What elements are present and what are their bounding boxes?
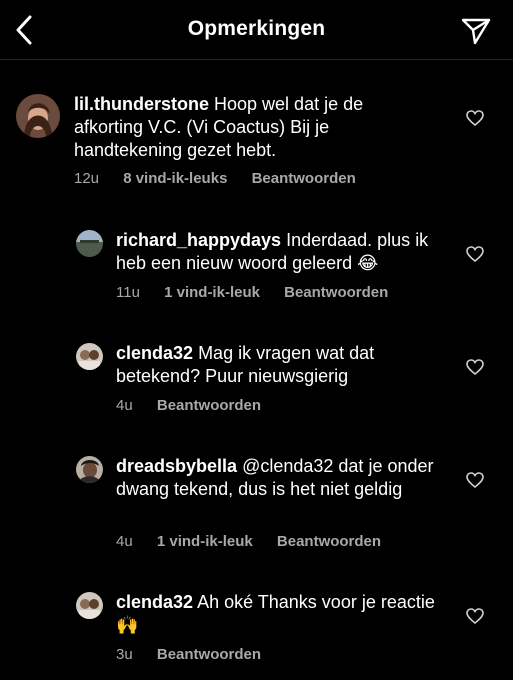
comment-time: 11u — [116, 284, 140, 301]
avatar-image — [76, 592, 103, 619]
comment-time: 12u — [74, 170, 100, 187]
comment-username[interactable]: richard_happydays — [116, 230, 281, 250]
like-button[interactable] — [464, 605, 486, 627]
comment-username[interactable]: clenda32 — [116, 343, 193, 363]
comment-text: clenda32 Mag ik vragen wat dat betekend?… — [116, 342, 436, 388]
comment-likes[interactable]: 1 vind-ik-leuk — [157, 533, 253, 550]
like-button[interactable] — [464, 107, 486, 129]
avatar[interactable] — [76, 456, 103, 483]
comment-text: richard_happydays Inderdaad. plus ik heb… — [116, 229, 446, 275]
comment-likes[interactable]: 8 vind-ik-leuks — [123, 170, 227, 187]
header-bar: Opmerkingen — [0, 0, 513, 60]
like-button[interactable] — [464, 356, 486, 378]
reply-button[interactable]: Beantwoorden — [157, 646, 261, 663]
avatar-image — [76, 456, 103, 483]
heart-icon — [466, 608, 484, 624]
paper-plane-icon — [461, 18, 491, 45]
comment-username[interactable]: lil.thunderstone — [74, 94, 209, 114]
comment-time: 4u — [116, 397, 133, 414]
avatar-image — [76, 230, 103, 257]
heart-icon — [466, 359, 484, 375]
reply-button[interactable]: Beantwoorden — [277, 533, 381, 550]
comment-meta: 4u Beantwoorden — [116, 397, 281, 414]
comment-meta: 11u 1 vind-ik-leuk Beantwoorden — [116, 284, 408, 301]
reply-button[interactable]: Beantwoorden — [157, 397, 261, 414]
avatar-image — [76, 343, 103, 370]
comment-text: clenda32 Ah oké Thanks voor je reactie🙌 — [116, 591, 436, 637]
heart-icon — [466, 246, 484, 262]
reply-button[interactable]: Beantwoorden — [284, 284, 388, 301]
comment-username[interactable]: clenda32 — [116, 592, 193, 612]
like-button[interactable] — [464, 469, 486, 491]
comment-likes[interactable]: 1 vind-ik-leuk — [164, 284, 260, 301]
heart-icon — [466, 472, 484, 488]
comment-meta: 3u Beantwoorden — [116, 646, 281, 663]
comment-text: lil.thunderstone Hoop wel dat je de afko… — [74, 93, 434, 162]
reply-button[interactable]: Beantwoorden — [252, 170, 356, 187]
comment-meta: 4u 1 vind-ik-leuk Beantwoorden — [116, 533, 401, 550]
avatar[interactable] — [76, 230, 103, 257]
avatar-image — [16, 94, 60, 138]
page-title: Opmerkingen — [187, 17, 326, 40]
share-button[interactable] — [459, 14, 493, 48]
comment-text: dreadsbybella @clenda32 dat je onder dwa… — [116, 455, 446, 501]
comment-username[interactable]: dreadsbybella — [116, 456, 237, 476]
avatar[interactable] — [76, 592, 103, 619]
comment-meta: 12u 8 vind-ik-leuks Beantwoorden — [74, 170, 376, 187]
avatar[interactable] — [76, 343, 103, 370]
avatar[interactable] — [16, 94, 60, 138]
comment-time: 4u — [116, 533, 133, 550]
like-button[interactable] — [464, 243, 486, 265]
heart-icon — [466, 110, 484, 126]
comment-time: 3u — [116, 646, 133, 663]
